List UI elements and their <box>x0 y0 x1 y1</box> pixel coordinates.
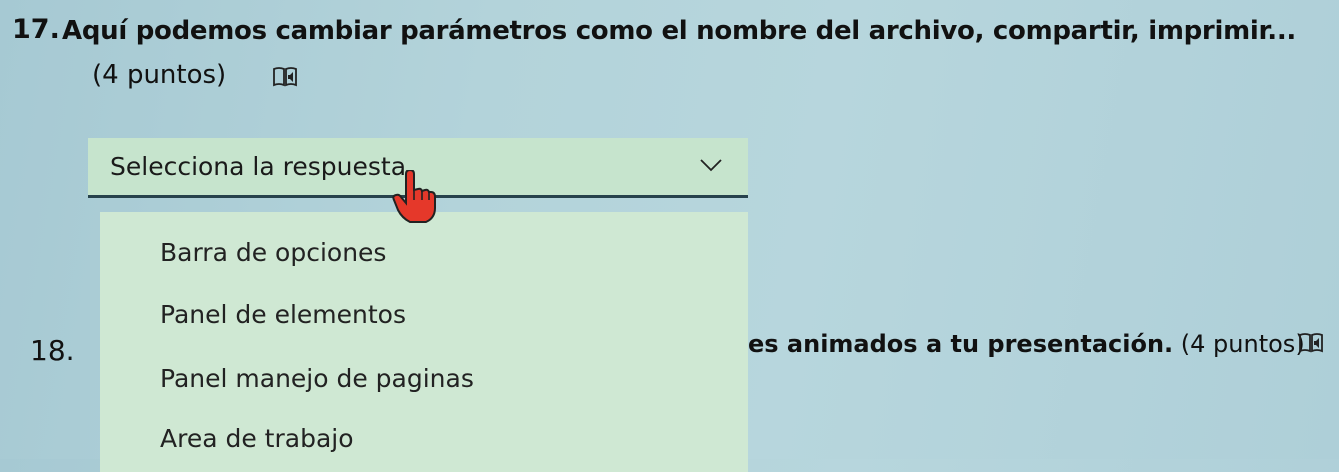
question-18-text: es animados a tu presentación. (4 puntos… <box>748 330 1305 358</box>
question-18-points: (4 puntos) <box>1180 330 1305 358</box>
dropdown-placeholder: Selecciona la respuesta <box>110 152 407 181</box>
dropdown-option[interactable]: Barra de opciones <box>160 238 386 267</box>
question-17-number: 17. <box>12 14 60 45</box>
question-18-text-bold: es animados a tu presentación. <box>748 330 1174 358</box>
dropdown-option[interactable]: Area de trabajo <box>160 424 354 453</box>
dropdown-option[interactable]: Panel de elementos <box>160 300 406 329</box>
immersive-reader-icon[interactable] <box>272 66 298 88</box>
question-18-number: 18. <box>30 334 75 367</box>
dropdown-options-list: Barra de opciones Panel de elementos Pan… <box>100 212 748 472</box>
question-17-points: (4 puntos) <box>92 60 227 90</box>
question-17-text: Aquí podemos cambiar parámetros como el … <box>62 16 1297 46</box>
hand-pointer-icon <box>392 170 436 223</box>
immersive-reader-icon[interactable] <box>1298 332 1324 354</box>
dropdown-option[interactable]: Panel manejo de paginas <box>160 364 474 393</box>
chevron-down-icon <box>700 159 722 172</box>
